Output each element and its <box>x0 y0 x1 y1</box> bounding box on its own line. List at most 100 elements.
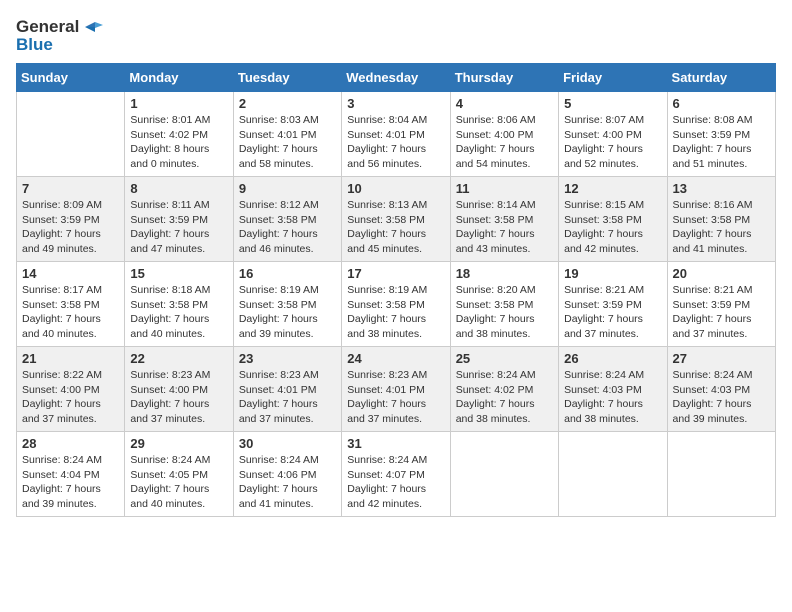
day-number: 15 <box>130 266 227 281</box>
day-cell: 30Sunrise: 8:24 AM Sunset: 4:06 PM Dayli… <box>233 432 341 517</box>
day-cell <box>17 92 125 177</box>
day-cell: 9Sunrise: 8:12 AM Sunset: 3:58 PM Daylig… <box>233 177 341 262</box>
day-info: Sunrise: 8:23 AM Sunset: 4:00 PM Dayligh… <box>130 368 227 427</box>
week-row-3: 14Sunrise: 8:17 AM Sunset: 3:58 PM Dayli… <box>17 262 776 347</box>
day-number: 27 <box>673 351 770 366</box>
day-number: 5 <box>564 96 661 111</box>
day-cell: 26 Sunrise: 8:24 AM Sunset: 4:03 PM Dayli… <box>559 347 667 432</box>
day-cell: 25 Sunrise: 8:24 AM Sunset: 4:02 PM Dayli… <box>450 347 558 432</box>
day-info: Sunrise: 8:21 AM Sunset: 3:59 PM Dayligh… <box>673 283 770 342</box>
page-header: General Blue <box>16 16 776 55</box>
day-info: Sunrise: 8:12 AM Sunset: 3:58 PM Dayligh… <box>239 198 336 257</box>
day-info: Sunrise: 8:21 AM Sunset: 3:59 PM Dayligh… <box>564 283 661 342</box>
day-info: Sunrise: 8:15 AM Sunset: 3:58 PM Dayligh… <box>564 198 661 257</box>
day-cell: 24 Sunrise: 8:23 AM Sunset: 4:01 PM Dayli… <box>342 347 450 432</box>
col-header-monday: Monday <box>125 64 233 92</box>
col-header-thursday: Thursday <box>450 64 558 92</box>
day-cell: 29 Sunrise: 8:24 AM Sunset: 4:05 PM Dayli… <box>125 432 233 517</box>
day-number: 28 <box>22 436 119 451</box>
day-info: Sunrise: 8:01 AM Sunset: 4:02 PM Dayligh… <box>130 113 227 172</box>
day-info: Sunrise: 8:14 AM Sunset: 3:58 PM Dayligh… <box>456 198 553 257</box>
logo: General Blue <box>16 16 103 55</box>
day-cell: 2 Sunrise: 8:03 AM Sunset: 4:01 PM Daylig… <box>233 92 341 177</box>
logo-blue: Blue <box>16 35 53 55</box>
week-row-2: 7 Sunrise: 8:09 AM Sunset: 3:59 PM Daylig… <box>17 177 776 262</box>
day-cell: 19 Sunrise: 8:21 AM Sunset: 3:59 PM Dayli… <box>559 262 667 347</box>
day-cell: 20 Sunrise: 8:21 AM Sunset: 3:59 PM Dayli… <box>667 262 775 347</box>
day-number: 11 <box>456 181 553 196</box>
day-info: Sunrise: 8:18 AM Sunset: 3:58 PM Dayligh… <box>130 283 227 342</box>
week-row-4: 21 Sunrise: 8:22 AM Sunset: 4:00 PM Dayli… <box>17 347 776 432</box>
day-cell: 28 Sunrise: 8:24 AM Sunset: 4:04 PM Dayli… <box>17 432 125 517</box>
day-cell <box>559 432 667 517</box>
day-cell: 13Sunrise: 8:16 AM Sunset: 3:58 PM Dayli… <box>667 177 775 262</box>
calendar-table: SundayMondayTuesdayWednesdayThursdayFrid… <box>16 63 776 517</box>
day-number: 16 <box>239 266 336 281</box>
day-number: 13 <box>673 181 770 196</box>
day-number: 20 <box>673 266 770 281</box>
day-info: Sunrise: 8:07 AM Sunset: 4:00 PM Dayligh… <box>564 113 661 172</box>
week-row-1: 1 Sunrise: 8:01 AM Sunset: 4:02 PM Daylig… <box>17 92 776 177</box>
day-info: Sunrise: 8:24 AM Sunset: 4:03 PM Dayligh… <box>673 368 770 427</box>
day-info: Sunrise: 8:24 AM Sunset: 4:05 PM Dayligh… <box>130 453 227 512</box>
day-info: Sunrise: 8:04 AM Sunset: 4:01 PM Dayligh… <box>347 113 444 172</box>
day-cell: 21 Sunrise: 8:22 AM Sunset: 4:00 PM Dayli… <box>17 347 125 432</box>
day-cell: 5 Sunrise: 8:07 AM Sunset: 4:00 PM Daylig… <box>559 92 667 177</box>
day-number: 1 <box>130 96 227 111</box>
day-info: Sunrise: 8:22 AM Sunset: 4:00 PM Dayligh… <box>22 368 119 427</box>
day-number: 24 <box>347 351 444 366</box>
day-number: 29 <box>130 436 227 451</box>
day-cell: 27 Sunrise: 8:24 AM Sunset: 4:03 PM Dayli… <box>667 347 775 432</box>
day-number: 14 <box>22 266 119 281</box>
day-number: 10 <box>347 181 444 196</box>
day-cell: 8Sunrise: 8:11 AM Sunset: 3:59 PM Daylig… <box>125 177 233 262</box>
day-number: 8 <box>130 181 227 196</box>
day-info: Sunrise: 8:23 AM Sunset: 4:01 PM Dayligh… <box>239 368 336 427</box>
logo-general: General <box>16 17 79 37</box>
day-number: 17 <box>347 266 444 281</box>
day-cell: 4 Sunrise: 8:06 AM Sunset: 4:00 PM Daylig… <box>450 92 558 177</box>
day-cell: 23 Sunrise: 8:23 AM Sunset: 4:01 PM Dayli… <box>233 347 341 432</box>
day-info: Sunrise: 8:06 AM Sunset: 4:00 PM Dayligh… <box>456 113 553 172</box>
day-info: Sunrise: 8:24 AM Sunset: 4:02 PM Dayligh… <box>456 368 553 427</box>
day-number: 25 <box>456 351 553 366</box>
day-number: 21 <box>22 351 119 366</box>
day-info: Sunrise: 8:24 AM Sunset: 4:04 PM Dayligh… <box>22 453 119 512</box>
day-info: Sunrise: 8:19 AM Sunset: 3:58 PM Dayligh… <box>347 283 444 342</box>
day-number: 12 <box>564 181 661 196</box>
day-number: 6 <box>673 96 770 111</box>
day-info: Sunrise: 8:24 AM Sunset: 4:03 PM Dayligh… <box>564 368 661 427</box>
day-number: 2 <box>239 96 336 111</box>
col-header-saturday: Saturday <box>667 64 775 92</box>
day-cell <box>667 432 775 517</box>
day-cell: 17 Sunrise: 8:19 AM Sunset: 3:58 PM Dayli… <box>342 262 450 347</box>
day-cell: 7 Sunrise: 8:09 AM Sunset: 3:59 PM Daylig… <box>17 177 125 262</box>
day-info: Sunrise: 8:23 AM Sunset: 4:01 PM Dayligh… <box>347 368 444 427</box>
day-cell: 3 Sunrise: 8:04 AM Sunset: 4:01 PM Daylig… <box>342 92 450 177</box>
day-cell: 6Sunrise: 8:08 AM Sunset: 3:59 PM Daylig… <box>667 92 775 177</box>
day-number: 26 <box>564 351 661 366</box>
col-header-sunday: Sunday <box>17 64 125 92</box>
day-number: 4 <box>456 96 553 111</box>
day-cell: 10 Sunrise: 8:13 AM Sunset: 3:58 PM Dayli… <box>342 177 450 262</box>
day-number: 31 <box>347 436 444 451</box>
day-cell: 22Sunrise: 8:23 AM Sunset: 4:00 PM Dayli… <box>125 347 233 432</box>
day-number: 7 <box>22 181 119 196</box>
day-info: Sunrise: 8:20 AM Sunset: 3:58 PM Dayligh… <box>456 283 553 342</box>
day-cell: 11 Sunrise: 8:14 AM Sunset: 3:58 PM Dayli… <box>450 177 558 262</box>
day-cell <box>450 432 558 517</box>
day-number: 23 <box>239 351 336 366</box>
day-cell: 1 Sunrise: 8:01 AM Sunset: 4:02 PM Daylig… <box>125 92 233 177</box>
day-cell: 15 Sunrise: 8:18 AM Sunset: 3:58 PM Dayli… <box>125 262 233 347</box>
day-number: 30 <box>239 436 336 451</box>
col-header-wednesday: Wednesday <box>342 64 450 92</box>
col-header-friday: Friday <box>559 64 667 92</box>
day-info: Sunrise: 8:13 AM Sunset: 3:58 PM Dayligh… <box>347 198 444 257</box>
day-info: Sunrise: 8:24 AM Sunset: 4:07 PM Dayligh… <box>347 453 444 512</box>
day-info: Sunrise: 8:09 AM Sunset: 3:59 PM Dayligh… <box>22 198 119 257</box>
day-info: Sunrise: 8:03 AM Sunset: 4:01 PM Dayligh… <box>239 113 336 172</box>
day-number: 3 <box>347 96 444 111</box>
day-cell: 18Sunrise: 8:20 AM Sunset: 3:58 PM Dayli… <box>450 262 558 347</box>
day-number: 19 <box>564 266 661 281</box>
day-cell: 12 Sunrise: 8:15 AM Sunset: 3:58 PM Dayli… <box>559 177 667 262</box>
